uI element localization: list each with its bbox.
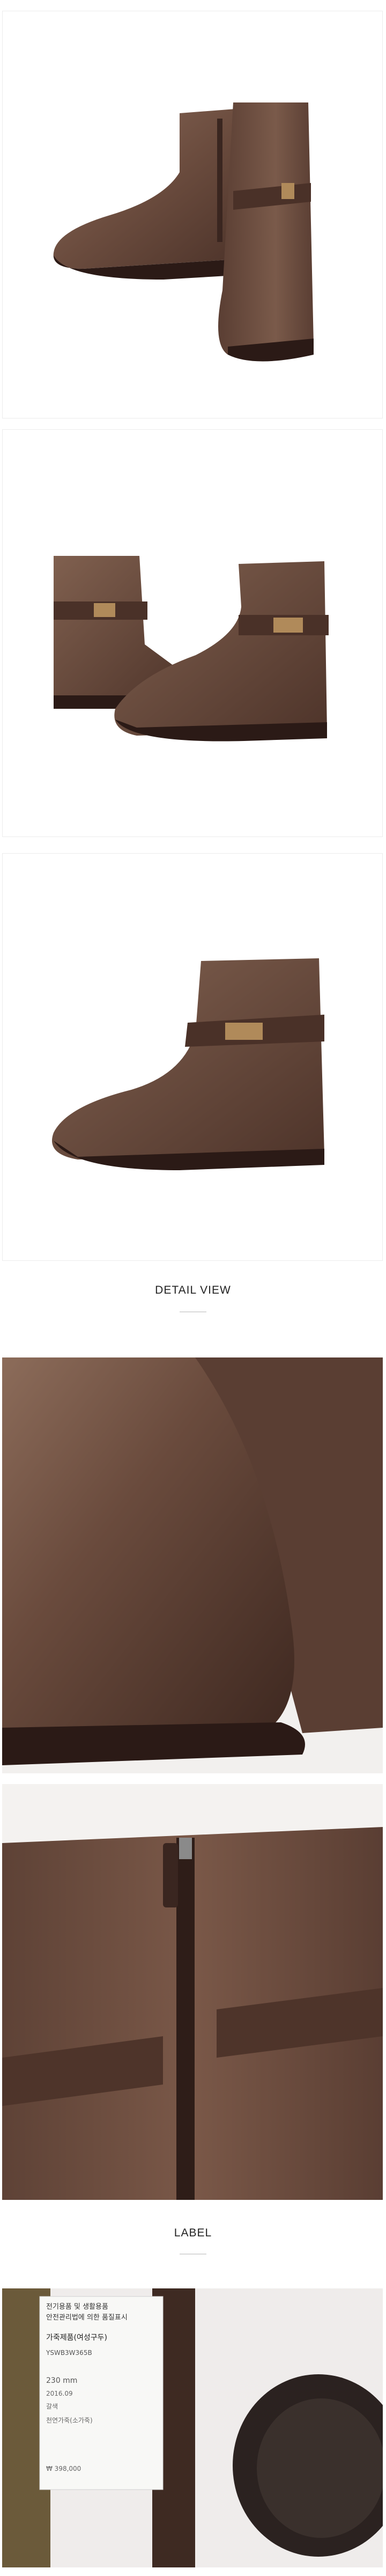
label-line: ₩ 398,000 [46, 2465, 81, 2472]
product-photo-1 [2, 11, 383, 419]
label-line: 2016.09 [46, 2390, 73, 2397]
single-boot-image [52, 958, 324, 1170]
label-line: YSWB3W365B [46, 2349, 92, 2357]
label-line: 안전관리법에 의한 품질표시 [46, 2314, 128, 2322]
section-title-label: LABEL [174, 2227, 212, 2239]
label-photo: 전기용품 및 생활용품 안전관리법에 의한 품질표시 가죽제품(여성구두) YS… [2, 2288, 383, 2567]
product-photo-3 [2, 853, 383, 1261]
label-and-sole-image: 전기용품 및 생활용품 안전관리법에 의한 품질표시 가죽제품(여성구두) YS… [2, 2288, 383, 2567]
section-title-detail-view: DETAIL VIEW [155, 1284, 231, 1296]
label-line: 230 mm [46, 2376, 77, 2385]
product-photo-2 [2, 429, 383, 837]
boots-pair-side-image [53, 102, 314, 362]
boot-toe-closeup-image [2, 1357, 383, 1773]
label-line: 전기용품 및 생활용품 [46, 2303, 108, 2311]
detail-photo-toe [2, 1357, 383, 1773]
detail-photo-zipper [2, 1784, 383, 2200]
boot-zipper-closeup-image [2, 1784, 383, 2200]
boots-pair-buckle-image [54, 556, 329, 742]
section-divider [180, 1311, 206, 1312]
label-line: 가죽제품(여성구두) [46, 2333, 107, 2342]
section-divider [180, 2254, 206, 2255]
label-line: 갈색 [46, 2403, 58, 2410]
label-line: 천연가죽(소가죽) [46, 2416, 93, 2424]
